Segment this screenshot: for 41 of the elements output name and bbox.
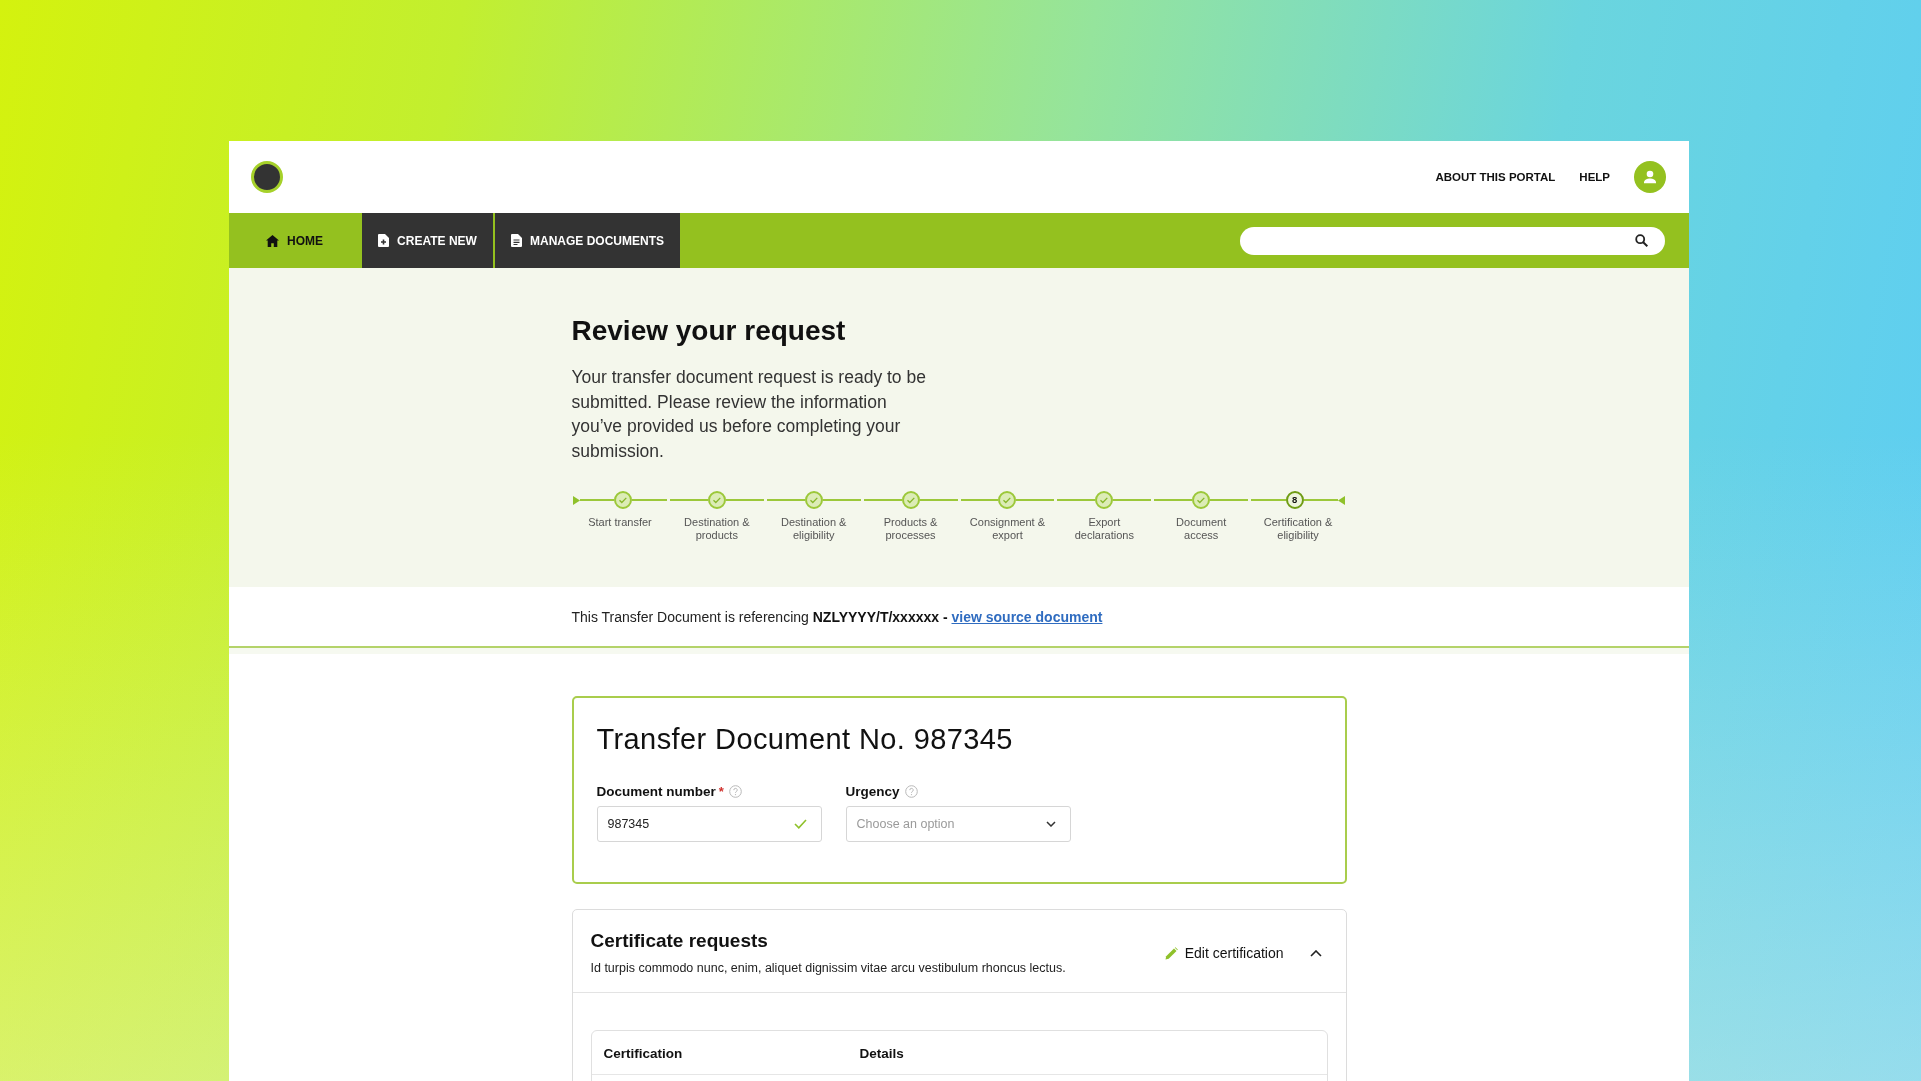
help-icon[interactable] (728, 784, 742, 798)
search-icon[interactable] (1635, 234, 1648, 247)
field-label: Document number (596, 783, 716, 799)
source-document-link[interactable]: view source document (951, 608, 1103, 625)
home-icon (266, 234, 279, 247)
nav-tab[interactable]: CREATE NEW (362, 213, 493, 268)
pencil-icon (1164, 946, 1178, 960)
edit-certification-button[interactable]: Edit certification (1164, 945, 1284, 961)
chevron-down-icon (1045, 821, 1056, 827)
step-label: Export declarations (1073, 516, 1135, 542)
step-label: Destination & eligibility (779, 516, 848, 542)
column-header: Certification (603, 1045, 683, 1061)
section-title: Certificate requests (590, 929, 768, 953)
step-label: Document access (1175, 516, 1228, 542)
step-label: Products & processes (882, 516, 939, 542)
step-label: Certification & eligibility (1262, 516, 1334, 542)
header-link[interactable]: ABOUT THIS PORTAL (1435, 171, 1556, 183)
section-description: Id turpis commodo nunc, enim, aliquet dignissim vitae arcu vestibulum rhoncus lectus. (590, 960, 1066, 977)
column-header: Details (859, 1045, 904, 1061)
logo-icon (251, 161, 283, 193)
step-label: Start transfer (588, 516, 652, 529)
page-title: Review your request (571, 314, 846, 348)
help-icon[interactable] (904, 784, 918, 798)
intro-text: Your transfer document request is ready to be submitted. Please review the information you’ve provided us before completing your submission. (571, 366, 927, 463)
nav-tab[interactable]: MANAGE DOCUMENTS (495, 213, 680, 268)
chevron-up-icon[interactable] (1309, 949, 1322, 957)
document-plus-icon (378, 234, 390, 247)
text-field[interactable]: 987345 (596, 806, 822, 842)
arrowhead-icon (573, 495, 580, 505)
arrowhead-icon (1338, 495, 1345, 505)
reference-text: This Transfer Document is referencing NZLYYYY/T/xxxxxx - view source document (571, 608, 1103, 625)
step-label: Destination & products (683, 516, 751, 542)
step-label: Consignment & export (968, 516, 1047, 542)
field-label: Urgency (845, 783, 900, 799)
step-number: 8 (1285, 491, 1304, 509)
required-mark: * (718, 783, 724, 799)
user-avatar-icon[interactable] (1634, 161, 1666, 193)
document-icon (511, 234, 522, 247)
document-title: Transfer Document No. 987345 (596, 722, 1013, 757)
header-link[interactable]: HELP (1579, 171, 1610, 183)
search-field[interactable] (1240, 226, 1665, 255)
